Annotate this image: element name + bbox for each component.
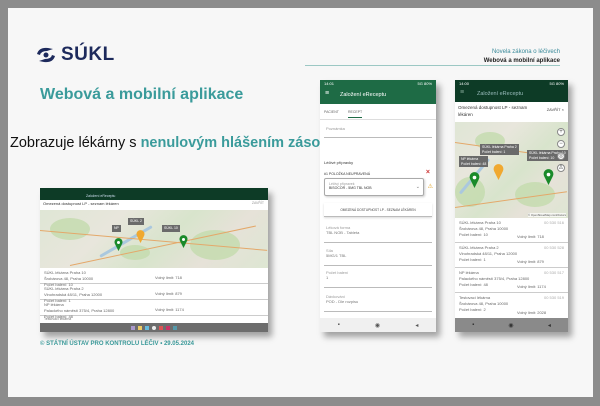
pharmacy-list-item[interactable]: SÚKL lékárna Praha 10 Šrobárova 48, Praha… <box>40 268 268 287</box>
logo-text: SÚKL <box>61 44 115 65</box>
tab-recept[interactable]: RECEPT <box>348 110 363 118</box>
back-icon[interactable]: ◂ <box>548 322 551 329</box>
map-label: SÚKL 10 <box>162 225 180 232</box>
slide-title: Webová a mobilní aplikace <box>40 86 244 103</box>
home-icon[interactable]: ◉ <box>375 322 380 329</box>
status-time: 14:00 <box>459 81 470 86</box>
app-icon[interactable] <box>145 325 149 330</box>
pharmacy-pin-icon[interactable] <box>179 235 188 248</box>
product-select[interactable]: Léčivý přípravek BISOCOR - 5MG TBL NOB ⌄ <box>324 178 424 196</box>
android-nav-bar: ▪ ◉ ◂ <box>320 318 436 332</box>
sukl-logo-icon <box>37 47 55 63</box>
app-icon[interactable] <box>166 325 170 330</box>
status-time: 14:01 <box>324 81 335 86</box>
panel-title: Omezená dostupnost LP - seznam lékáren <box>458 105 528 117</box>
app-icon[interactable] <box>138 325 142 330</box>
map-label: NP <box>112 225 121 232</box>
menu-icon[interactable]: ≡ <box>325 90 329 97</box>
recent-apps-icon[interactable]: ▪ <box>338 322 340 328</box>
section-label: Léčivé přípravky <box>324 160 354 165</box>
back-icon[interactable]: ◂ <box>415 322 418 329</box>
package-count-field[interactable]: Počet balení 1 <box>324 270 432 288</box>
pharmacy-list-item[interactable]: NP lékárna Palackého náměstí 375/4, Praha… <box>40 300 268 319</box>
pharmacy-list-item[interactable]: SÚKL lékárna Praha 10 Šrobárova 48, Praha… <box>455 218 568 243</box>
map-label: NP lékárna Počet balení: 48 <box>459 156 489 167</box>
pharmacy-pin-icon[interactable] <box>543 169 554 185</box>
app-icon[interactable] <box>152 325 156 330</box>
recent-apps-icon[interactable]: ▪ <box>472 322 474 328</box>
status-icons: 5G 80% <box>417 81 432 86</box>
slide-footer: © STÁTNÍ ÚSTAV PRO KONTROLU LÉČIV • 29.0… <box>40 341 194 347</box>
zoom-out-button[interactable]: − <box>557 140 565 148</box>
pharmacy-pin-icon[interactable] <box>114 238 123 251</box>
pharmacy-list-item[interactable]: NP lékárna Palackého náměstí 375/4, Praha… <box>455 268 568 293</box>
app-title: Založení eReceptu <box>477 91 524 97</box>
dosage-form-field[interactable]: Léková forma TBL NOB - Tableta <box>324 225 432 243</box>
pharmacy-list-item[interactable]: Testovací lékárna Šrobárova 48, Praha 100… <box>455 293 568 318</box>
header-divider <box>305 65 560 66</box>
strength-field[interactable]: Síla 5MG/1 TBL <box>324 248 432 266</box>
app-icon[interactable] <box>173 325 177 330</box>
web-map[interactable]: NP SÚKL 2 SÚKL 10 <box>40 210 268 268</box>
web-top-bar: Založení eReceptu <box>40 188 268 200</box>
slide: SÚKL Webová a mobilní aplikace Zobrazuje… <box>8 8 593 397</box>
pharmacy-pin-icon[interactable] <box>469 172 480 188</box>
phone1-app-bar: 14:01 5G 80% ≡ Založení eReceptu <box>320 80 436 104</box>
locate-icon[interactable]: ◎ <box>557 152 565 160</box>
warning-icon: ⚠ <box>427 184 433 190</box>
item-label: #1 POLOŽKA NEUPRAVENÁ <box>324 172 371 176</box>
app-title: Založení eReceptu <box>340 92 387 98</box>
subtitle-highlight: nenulovým hlášením zásob <box>140 135 330 151</box>
status-icons: 5G 80% <box>549 81 564 86</box>
pharmacy-list-item[interactable]: SÚKL lékárna Praha 2 Vinohradská 48/11, P… <box>40 284 268 303</box>
phone1-tabs: PACIENT RECEPT <box>320 104 436 120</box>
web-app-screenshot: Založení eReceptu Omezená dostupnost LP … <box>40 188 268 332</box>
delete-icon[interactable]: × <box>426 169 430 176</box>
phone-pharmacy-map: 14:00 5G 80% ≡ Založení eReceptu Omezená… <box>455 80 568 332</box>
android-nav-bar: ▪ ◉ ◂ <box>455 318 568 332</box>
pharmacy-pin-icon[interactable] <box>136 230 145 243</box>
phone-erecept-form: 14:01 5G 80% ≡ Založení eReceptu PACIENT… <box>320 80 436 332</box>
note-input[interactable]: Poznámka <box>324 126 432 138</box>
close-button[interactable]: ZAVŘÍT × <box>547 107 564 112</box>
pharmacy-pin-icon[interactable] <box>493 164 504 180</box>
app-icon[interactable] <box>159 325 163 330</box>
map-label: SÚKL 2 <box>128 218 144 225</box>
taskbar <box>40 323 268 332</box>
web-close-button[interactable]: ZAVŘÍT <box>252 201 264 205</box>
map-label: SÚKL lékárna Praha 2 Počet balení: 1 <box>480 144 519 155</box>
subtitle-text: Zobrazuje lékárny s <box>10 135 141 151</box>
slide-header: Novela zákona o léčivech Webová a mobilní… <box>484 48 560 66</box>
sukl-logo: SÚKL <box>35 44 115 66</box>
app-icon[interactable] <box>131 325 135 330</box>
pharmacy-map[interactable]: SÚKL lékárna Praha 2 Počet balení: 1 NP l… <box>455 122 568 218</box>
pharmacy-list-item[interactable]: Testovací lékárna <box>44 317 71 321</box>
web-panel-title: Omezená dostupnost LP - seznam lékáren <box>43 201 119 206</box>
pharmacy-list-item[interactable]: SÚKL lékárna Praha 2 Vinohradská 48/11, P… <box>455 243 568 268</box>
zoom-in-button[interactable]: + <box>557 128 565 136</box>
web-tab[interactable]: Založení eReceptu <box>86 194 115 198</box>
header-line-1: Novela zákona o léčivech <box>491 49 560 55</box>
map-attribution: © OpenStreetMap contributors <box>528 213 566 217</box>
tab-pacient[interactable]: PACIENT <box>324 110 339 114</box>
person-icon[interactable]: ♙ <box>557 164 565 172</box>
slide-subtitle: Zobrazuje lékárny s nenulovým hlášením z… <box>10 135 329 151</box>
chevron-down-icon: ⌄ <box>415 184 420 190</box>
home-icon[interactable]: ◉ <box>508 322 513 329</box>
limited-availability-button[interactable]: OMEZENÁ DOSTUPNOST LP - SEZNAM LÉKÁREN <box>324 203 432 217</box>
phone2-app-bar: 14:00 5G 80% ≡ Založení eReceptu <box>455 80 568 102</box>
menu-icon[interactable]: ≡ <box>460 89 464 96</box>
dosage-field[interactable]: Dávkování POD - Dle rozpisu <box>324 294 432 312</box>
